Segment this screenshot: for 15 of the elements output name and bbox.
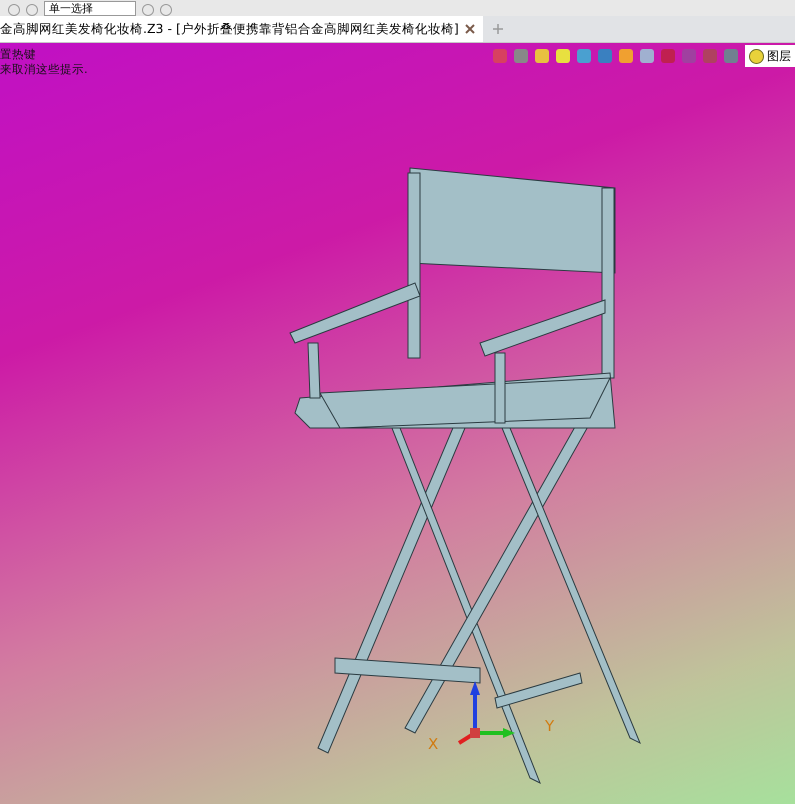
axis-label: Y: [545, 717, 554, 735]
plus-icon[interactable]: [492, 24, 503, 34]
axis-label: X: [428, 735, 438, 753]
hint-text: 置热键: [0, 47, 37, 62]
close-icon[interactable]: [464, 24, 475, 34]
hint-text: 来取消这些提示.: [0, 62, 88, 77]
toolbar-icon[interactable]: [556, 49, 570, 63]
selection-dropdown[interactable]: 单一选择: [44, 1, 136, 16]
axis-triad-icon: [458, 681, 516, 745]
toolbar-icon[interactable]: [577, 49, 591, 63]
toolbar-icon[interactable]: [640, 49, 654, 63]
layer-field[interactable]: 图层: [745, 45, 795, 67]
document-tab[interactable]: 金高脚网红美发椅化妆椅.Z3 - [户外折叠便携靠背铝合金高脚网红美发椅化妆椅]: [0, 16, 483, 42]
toolbar-icon[interactable]: [535, 49, 549, 63]
toolbar-icon[interactable]: [619, 49, 633, 63]
